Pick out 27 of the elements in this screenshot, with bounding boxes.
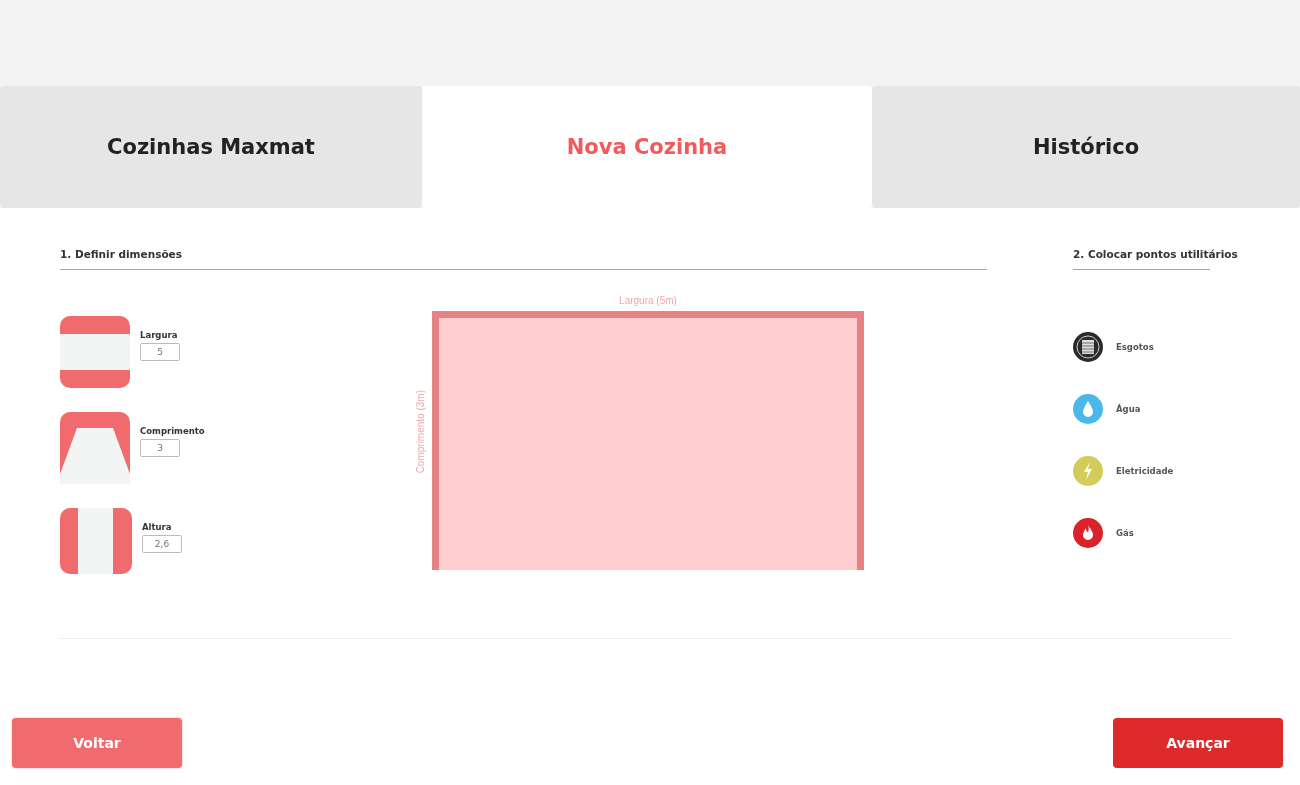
tab[interactable]: Cozinhas Maxmat xyxy=(0,86,422,208)
tab[interactable]: Histórico xyxy=(872,86,1300,208)
input-field[interactable]: 2,6 xyxy=(142,535,182,553)
water-drop-icon[interactable] xyxy=(1073,394,1103,424)
input-field[interactable]: 5 xyxy=(140,343,180,361)
utility-label: Água xyxy=(1116,404,1141,414)
tab[interactable]: Nova Cozinha xyxy=(422,86,872,208)
height-icon[interactable] xyxy=(60,508,132,574)
utility-label: Gás xyxy=(1116,528,1134,538)
back-button[interactable]: Voltar xyxy=(12,718,182,768)
field-label: Altura xyxy=(142,522,173,532)
drain-icon[interactable] xyxy=(1073,332,1103,362)
field-label: Comprimento xyxy=(140,426,205,436)
length-label: Comprimento (3m) xyxy=(415,390,426,474)
next-button[interactable]: Avançar xyxy=(1113,718,1283,768)
input-field[interactable]: 3 xyxy=(140,439,180,457)
section-heading: 1. Definir dimensões xyxy=(60,208,987,270)
field-label: Largura xyxy=(140,330,179,340)
flame-icon[interactable] xyxy=(1073,518,1103,548)
section-heading: 2. Colocar pontos utilitários xyxy=(1073,248,1238,262)
width-icon[interactable] xyxy=(60,316,130,388)
width-label: Largura (5m) xyxy=(619,294,677,306)
length-icon[interactable] xyxy=(60,412,130,484)
floor-plan[interactable] xyxy=(432,310,864,570)
lightning-icon[interactable] xyxy=(1073,456,1103,486)
utility-label: Eletricidade xyxy=(1116,466,1174,476)
utility-label: Esgotos xyxy=(1116,342,1154,352)
